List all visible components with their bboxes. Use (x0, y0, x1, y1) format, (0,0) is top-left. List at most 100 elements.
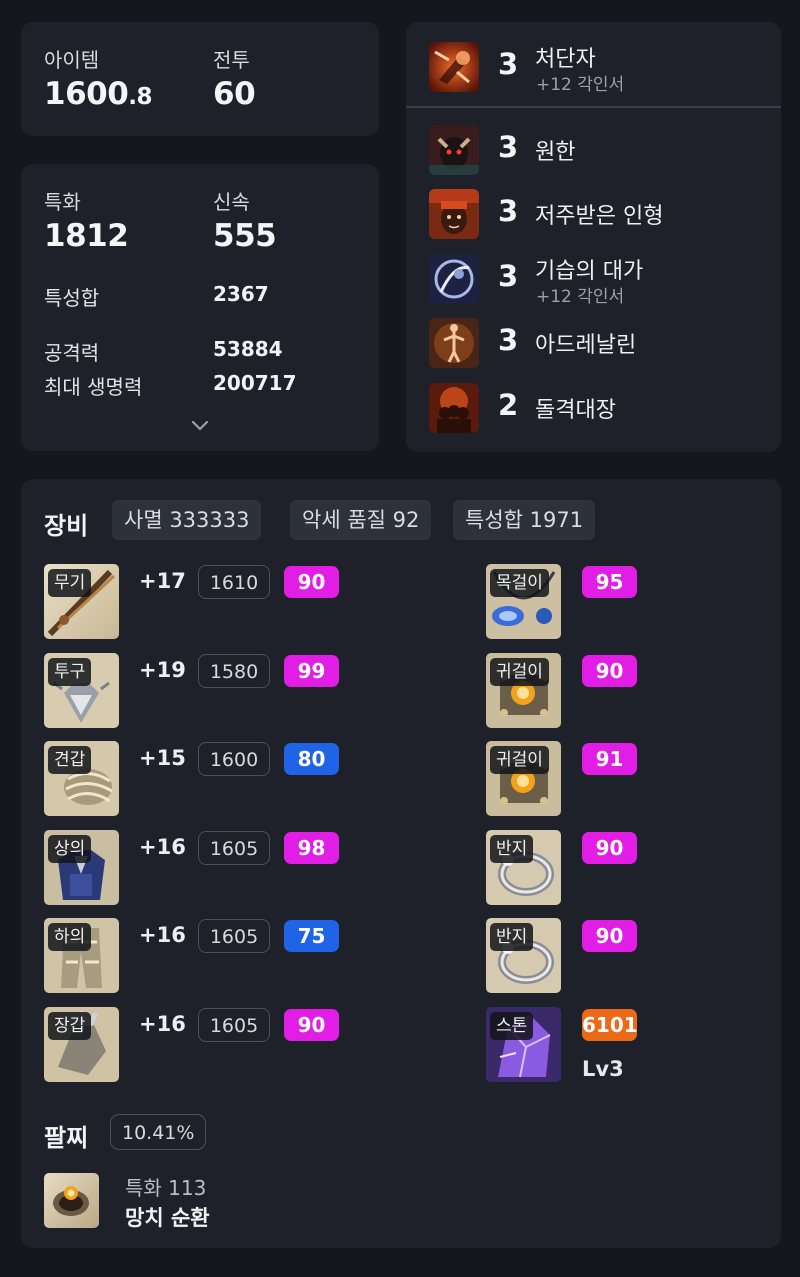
max-hp-label: 최대 생명력 (44, 375, 143, 399)
honing-level: +15 (139, 746, 186, 770)
quality-badge: 98 (284, 831, 339, 864)
engraving-name: 돌격대장 (535, 398, 616, 423)
quality-badge: 90 (582, 654, 637, 687)
slot-label: 하의 (48, 923, 92, 951)
quality-badge: 95 (582, 566, 637, 598)
engravings-card: 3 처단자 +12 각인서 3 원한 3 저주받은 인형 3 기습의 대가 +1… (406, 22, 781, 452)
engraving-level: 3 (498, 47, 519, 81)
grudge-engraving-icon (429, 125, 479, 175)
item-level-pill: 1580 (198, 653, 270, 688)
quality-badge: 91 (582, 743, 637, 775)
engraving-row[interactable]: 3 처단자 +12 각인서 (406, 38, 781, 98)
equipment-title: 장비 (44, 512, 89, 540)
stone-level: Lv3 (582, 1056, 624, 1081)
crit-value: 1812 (44, 218, 129, 254)
bracelet-stat: 특화 113 (125, 1176, 207, 1200)
quality-badge: 75 (284, 920, 339, 952)
engraving-level: 3 (498, 130, 519, 164)
quality-badge: 80 (284, 743, 339, 775)
slot-label: 무기 (48, 569, 92, 597)
master-ambusher-engraving-icon (429, 254, 479, 304)
engraving-level: 3 (498, 194, 519, 228)
bracelet-title: 팔찌 (44, 1124, 89, 1152)
quality-badge: 90 (582, 831, 637, 864)
engraving-book: +12 각인서 (536, 287, 625, 307)
chevron-down-icon[interactable] (191, 420, 209, 432)
earring-icon[interactable]: 귀걸이 (486, 741, 561, 816)
slot-label: 반지 (490, 834, 534, 863)
set-chip: 사멸 333333 (112, 500, 262, 540)
engraving-level: 3 (498, 323, 519, 357)
equipment-card: 장비 사멸 333333 악세 품질 92 특성합 1971 무기 +17 1610… (21, 479, 781, 1248)
engraving-name: 처단자 (535, 47, 596, 72)
earring-icon[interactable]: 귀걸이 (486, 652, 561, 728)
engraving-level: 2 (498, 388, 519, 422)
slot-label: 귀걸이 (490, 657, 549, 686)
bracelet-icon[interactable] (44, 1173, 99, 1228)
ring-icon[interactable]: 반지 (486, 829, 561, 905)
stats-card[interactable]: 특화 1812 신속 555 특성합 2367 공격력 53884 최대 생명력… (21, 164, 379, 451)
swift-label: 신속 (213, 190, 250, 214)
total-stat-label: 특성합 (44, 286, 100, 310)
quality-badge: 99 (284, 654, 339, 687)
quality-badge: 6101 (582, 1008, 638, 1041)
engraving-book: +12 각인서 (536, 75, 625, 95)
helmet-icon[interactable]: 투구 (44, 652, 119, 728)
slot-label: 목걸이 (490, 569, 549, 597)
engraving-level: 3 (498, 259, 519, 293)
item-level-pill: 1610 (198, 565, 270, 599)
quality-badge: 90 (582, 920, 637, 952)
honing-level: +16 (139, 834, 186, 859)
gloves-icon[interactable]: 장갑 (44, 1006, 119, 1082)
divider (406, 106, 781, 108)
engraving-name: 기습의 대가 (535, 259, 644, 284)
chest-icon[interactable]: 상의 (44, 829, 119, 905)
combat-level-value: 60 (213, 76, 256, 112)
attack-power-value: 53884 (213, 337, 283, 361)
slot-label: 투구 (48, 657, 92, 686)
engraving-row[interactable]: 3 원한 (406, 121, 781, 181)
item-level-pill: 1600 (198, 742, 270, 776)
executioner-engraving-icon (429, 42, 479, 92)
attack-power-label: 공격력 (44, 341, 100, 365)
cursed-doll-engraving-icon (429, 189, 479, 239)
honing-level: +16 (139, 1011, 186, 1036)
engraving-name: 저주받은 인형 (535, 204, 664, 229)
honing-level: +16 (139, 923, 186, 947)
adrenaline-engraving-icon (429, 318, 479, 368)
pants-icon[interactable]: 하의 (44, 918, 119, 993)
ring-icon[interactable]: 반지 (486, 918, 561, 993)
raid-captain-engraving-icon (429, 383, 479, 433)
crit-label: 특화 (44, 190, 81, 214)
swift-value: 555 (213, 218, 277, 254)
bracelet-effects: 망치 순환 (125, 1206, 210, 1230)
item-level-pill: 1605 (198, 919, 270, 953)
shoulder-icon[interactable]: 견갑 (44, 741, 119, 816)
combat-level-label: 전투 (213, 48, 250, 72)
total-stat-value: 2367 (213, 282, 269, 306)
honing-level: +19 (139, 657, 186, 682)
item-level-label: 아이템 (44, 48, 100, 72)
engraving-row[interactable]: 2 돌격대장 (406, 379, 781, 439)
weapon-icon[interactable]: 무기 (44, 564, 119, 639)
honing-level: +17 (139, 569, 186, 593)
slot-label: 스톤 (490, 1011, 534, 1040)
slot-label: 상의 (48, 834, 92, 863)
necklace-icon[interactable]: 목걸이 (486, 564, 561, 639)
ability-stone-icon[interactable]: 스톤 (486, 1006, 561, 1082)
item-level-pill: 1605 (198, 830, 270, 865)
engraving-row[interactable]: 3 저주받은 인형 (406, 185, 781, 245)
engraving-name: 원한 (535, 140, 576, 165)
engraving-row[interactable]: 3 아드레날린 (406, 314, 781, 374)
engraving-row[interactable]: 3 기습의 대가 +12 각인서 (406, 250, 781, 310)
accessory-stat-chip: 특성합 1971 (453, 500, 596, 540)
bracelet-percent: 10.41% (110, 1114, 207, 1150)
max-hp-value: 200717 (213, 371, 297, 395)
quality-badge: 90 (284, 566, 339, 598)
slot-label: 견갑 (48, 746, 92, 774)
quality-badge: 90 (284, 1008, 339, 1041)
slot-label: 반지 (490, 923, 534, 951)
slot-label: 장갑 (48, 1011, 92, 1040)
item-level-pill: 1605 (198, 1007, 270, 1042)
accessory-quality-chip: 악세 품질 92 (290, 500, 432, 540)
